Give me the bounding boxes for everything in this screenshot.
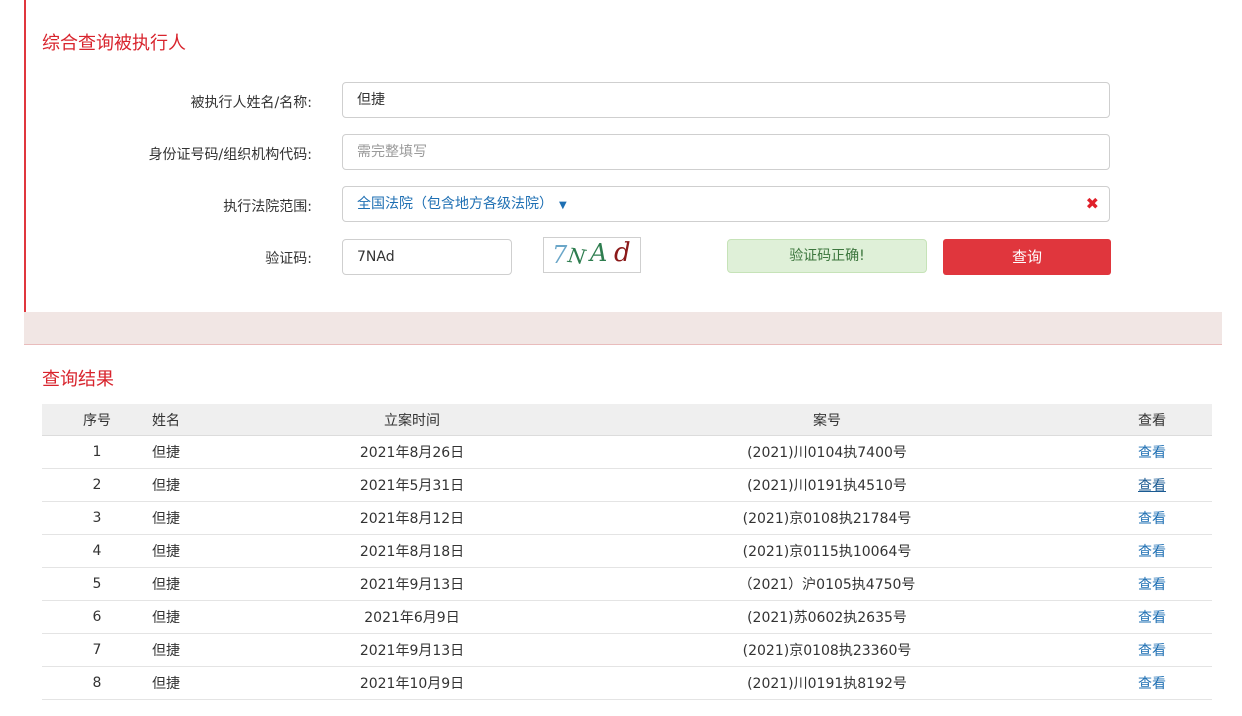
row-name: 但捷 — [152, 600, 262, 634]
table-row: 1 但捷 2021年8月26日 (2021)川0104执7400号 查看 — [42, 435, 1212, 469]
row-name: 但捷 — [152, 435, 262, 469]
view-link[interactable]: 查看 — [1138, 544, 1166, 560]
captcha-status-badge: 验证码正确! — [727, 239, 927, 273]
row-case-no: (2021)京0108执21784号 — [562, 501, 1092, 535]
row-date: 2021年5月31日 — [262, 468, 562, 502]
table-row: 7 但捷 2021年9月13日 (2021)京0108执23360号 查看 — [42, 633, 1212, 667]
header-index: 序号 — [42, 404, 152, 436]
row-name: 但捷 — [152, 567, 262, 601]
header-view: 查看 — [1092, 404, 1212, 436]
row-date: 2021年8月18日 — [262, 534, 562, 568]
court-select[interactable]: 全国法院（包含地方各级法院） ▼ ✖ — [342, 186, 1110, 222]
name-label: 被执行人姓名/名称: — [190, 95, 312, 111]
row-index: 2 — [42, 468, 152, 502]
court-label: 执行法院范围: — [223, 199, 312, 215]
row-case-no: (2021)京0115执10064号 — [562, 534, 1092, 568]
table-row: 6 但捷 2021年6月9日 (2021)苏0602执2635号 查看 — [42, 600, 1212, 634]
form-title: 综合查询被执行人 — [42, 33, 186, 54]
view-link[interactable]: 查看 — [1138, 676, 1166, 692]
row-name: 但捷 — [152, 501, 262, 535]
table-row: 4 但捷 2021年8月18日 (2021)京0115执10064号 查看 — [42, 534, 1212, 568]
caret-down-icon: ▼ — [559, 200, 567, 211]
view-link[interactable]: 查看 — [1138, 478, 1166, 494]
captcha-input[interactable]: 7NAd — [342, 239, 512, 275]
row-case-no: (2021)川0104执7400号 — [562, 435, 1092, 469]
row-date: 2021年9月13日 — [262, 567, 562, 601]
row-index: 4 — [42, 534, 152, 568]
row-index: 8 — [42, 666, 152, 700]
left-accent-rule — [24, 0, 26, 312]
table-row: 5 但捷 2021年9月13日 （2021）沪0105执4750号 查看 — [42, 567, 1212, 601]
captcha-image[interactable]: 7 N A d — [543, 237, 641, 273]
table-row: 3 但捷 2021年8月12日 (2021)京0108执21784号 查看 — [42, 501, 1212, 535]
close-icon[interactable]: ✖ — [1086, 187, 1099, 221]
row-date: 2021年10月9日 — [262, 666, 562, 700]
row-case-no: (2021)川0191执8192号 — [562, 666, 1092, 700]
table-row: 2 但捷 2021年5月31日 (2021)川0191执4510号 查看 — [42, 468, 1212, 502]
row-index: 5 — [42, 567, 152, 601]
row-index: 1 — [42, 435, 152, 469]
header-case-no: 案号 — [562, 404, 1092, 436]
row-name: 但捷 — [152, 633, 262, 667]
row-case-no: (2021)川0191执4510号 — [562, 468, 1092, 502]
view-link[interactable]: 查看 — [1138, 610, 1166, 626]
row-index: 6 — [42, 600, 152, 634]
row-date: 2021年8月12日 — [262, 501, 562, 535]
row-case-no: (2021)苏0602执2635号 — [562, 600, 1092, 634]
header-date: 立案时间 — [262, 404, 562, 436]
search-button[interactable]: 查询 — [943, 239, 1111, 275]
view-link[interactable]: 查看 — [1138, 445, 1166, 461]
row-date: 2021年9月13日 — [262, 633, 562, 667]
row-date: 2021年6月9日 — [262, 600, 562, 634]
view-link[interactable]: 查看 — [1138, 577, 1166, 593]
row-case-no: （2021）沪0105执4750号 — [562, 567, 1092, 601]
section-divider-band — [24, 312, 1222, 345]
results-title: 查询结果 — [42, 369, 114, 390]
row-name: 但捷 — [152, 468, 262, 502]
view-link[interactable]: 查看 — [1138, 643, 1166, 659]
table-row: 8 但捷 2021年10月9日 (2021)川0191执8192号 查看 — [42, 666, 1212, 700]
name-input[interactable]: 但捷 — [342, 82, 1110, 118]
row-case-no: (2021)京0108执23360号 — [562, 633, 1092, 667]
table-header-row: 序号 姓名 立案时间 案号 查看 — [42, 404, 1212, 436]
header-name: 姓名 — [152, 404, 262, 436]
id-label: 身份证号码/组织机构代码: — [148, 147, 312, 163]
view-link[interactable]: 查看 — [1138, 511, 1166, 527]
row-index: 3 — [42, 501, 152, 535]
captcha-label: 验证码: — [265, 251, 312, 267]
row-name: 但捷 — [152, 534, 262, 568]
row-index: 7 — [42, 633, 152, 667]
results-table: 序号 姓名 立案时间 案号 查看 1 但捷 2021年8月26日 (2021)川… — [42, 404, 1212, 700]
row-name: 但捷 — [152, 666, 262, 700]
court-select-value: 全国法院（包含地方各级法院） — [357, 196, 553, 212]
id-input[interactable]: 需完整填写 — [342, 134, 1110, 170]
row-date: 2021年8月26日 — [262, 435, 562, 469]
